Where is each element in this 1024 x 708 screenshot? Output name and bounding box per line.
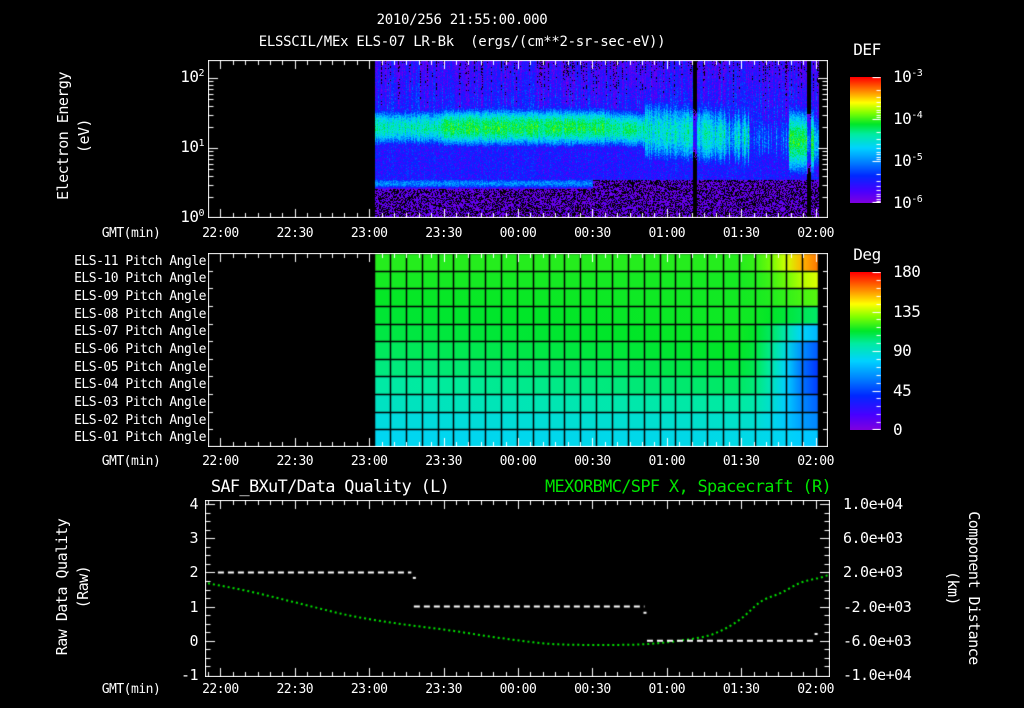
pitch-row-label: ELS-09 Pitch Angle (74, 289, 206, 305)
quality-tick-label: 4 (189, 495, 198, 513)
def-colorbar (850, 77, 881, 203)
pitch-row-label: ELS-01 Pitch Angle (74, 430, 206, 446)
pitch-row-label: ELS-05 Pitch Angle (74, 359, 206, 375)
x-tick-label: 01:00 (648, 454, 686, 469)
x-tick-label: 02:00 (797, 682, 834, 697)
def-tick-label: 10-6 (893, 193, 923, 212)
x-tick-label: 22:30 (276, 226, 314, 241)
def-tick-label: 10-5 (893, 151, 923, 170)
pitch-row-label: ELS-08 Pitch Angle (74, 306, 206, 322)
bottom-title-left: SAF_BXuT/Data Quality (L) (210, 477, 450, 497)
x-tick-label: 22:00 (202, 682, 239, 697)
energy-axis-label: Electron Energy (eV) (54, 72, 93, 200)
x-tick-label: 00:00 (499, 226, 537, 241)
distance-tick-label: -1.0e+04 (843, 666, 912, 684)
page-title-datetime: 2010/256 21:55:00.000 (376, 12, 548, 28)
pitch-row-label: ELS-02 Pitch Angle (74, 412, 206, 428)
x-tick-label: 22:00 (202, 226, 239, 241)
energy-tick-label: 101 (180, 137, 204, 156)
deg-colorbar-title: Deg (853, 245, 881, 264)
x-tick-label: 22:30 (276, 454, 314, 469)
x-tick-label: 01:30 (722, 226, 760, 241)
x-tick-label: 01:00 (648, 682, 686, 697)
quality-tick-label: -1 (180, 666, 199, 684)
x-tick-label: 23:00 (350, 226, 388, 241)
x-tick-label: 01:30 (722, 454, 760, 469)
deg-tick-label: 135 (893, 301, 921, 321)
pitch-row-label: ELS-10 Pitch Angle (74, 271, 206, 287)
x-tick-label: 00:30 (574, 454, 611, 469)
distance-tick-label: -6.0e+03 (843, 631, 912, 650)
energy-tick-label: 100 (180, 207, 204, 226)
x-tick-label: 00:30 (574, 682, 611, 697)
quality-tick-label: 1 (189, 597, 198, 616)
pitch-row-label: ELS-11 Pitch Angle (74, 253, 206, 269)
x-tick-label: 01:00 (648, 226, 686, 241)
deg-tick-label: 0 (893, 420, 903, 439)
gmt-axis-label-2: GMT(min) (101, 454, 161, 469)
bottom-title-right: MEXORBMC/SPF X, Spacecraft (R) (544, 477, 832, 497)
distance-tick-label: -2.0e+03 (843, 597, 912, 616)
x-tick-label: 01:30 (722, 682, 760, 697)
energy-spectrogram-plot (208, 60, 828, 218)
quality-tick-label: 2 (189, 563, 198, 582)
distance-tick-label: 1.0e+04 (843, 495, 903, 513)
distance-tick-label: 2.0e+03 (843, 563, 903, 582)
deg-colorbar (850, 272, 881, 430)
x-tick-label: 22:30 (276, 682, 314, 697)
def-colorbar-title: DEF (853, 40, 881, 59)
x-tick-label: 23:30 (425, 682, 462, 697)
pitch-row-label: ELS-04 Pitch Angle (74, 377, 206, 393)
pitch-row-label: ELS-07 Pitch Angle (74, 324, 206, 340)
deg-tick-label: 90 (893, 341, 912, 360)
x-tick-label: 00:00 (499, 454, 537, 469)
def-tick-label: 10-3 (893, 67, 923, 86)
x-tick-label: 23:30 (425, 454, 462, 469)
energy-tick-label: 102 (180, 67, 204, 86)
plot-page: 2010/256 21:55:00.000 ELSSCIL/MEx ELS-07… (0, 0, 1024, 708)
page-title-instrument: ELSSCIL/MEx ELS-07 LR-Bk (ergs/(cm**2-sr… (258, 34, 666, 50)
quality-tick-label: 0 (189, 631, 198, 650)
deg-tick-label: 180 (893, 262, 921, 281)
x-tick-label: 00:30 (574, 226, 611, 241)
pitch-row-label: ELS-06 Pitch Angle (74, 342, 206, 357)
deg-tick-label: 45 (893, 380, 912, 400)
x-tick-label: 23:30 (425, 226, 462, 241)
gmt-axis-label-1: GMT(min) (101, 226, 161, 241)
x-tick-label: 23:00 (350, 454, 388, 469)
raw-quality-axis-label: Raw Data Quality (Raw) (53, 518, 92, 656)
gmt-axis-label-3: GMT(min) (101, 682, 161, 697)
x-tick-label: 02:00 (797, 226, 834, 241)
pitch-angle-plot (208, 253, 828, 447)
component-distance-axis-label: Component Distance (km) (944, 511, 983, 665)
x-tick-label: 00:00 (499, 682, 537, 697)
distance-tick-label: 6.0e+03 (843, 529, 903, 548)
def-tick-label: 10-4 (893, 109, 923, 128)
quality-distance-plot (205, 500, 830, 677)
x-tick-label: 22:00 (202, 454, 239, 469)
pitch-row-label: ELS-03 Pitch Angle (74, 394, 206, 410)
x-tick-label: 23:00 (350, 682, 388, 697)
quality-tick-label: 3 (189, 529, 198, 548)
x-tick-label: 02:00 (797, 454, 834, 469)
